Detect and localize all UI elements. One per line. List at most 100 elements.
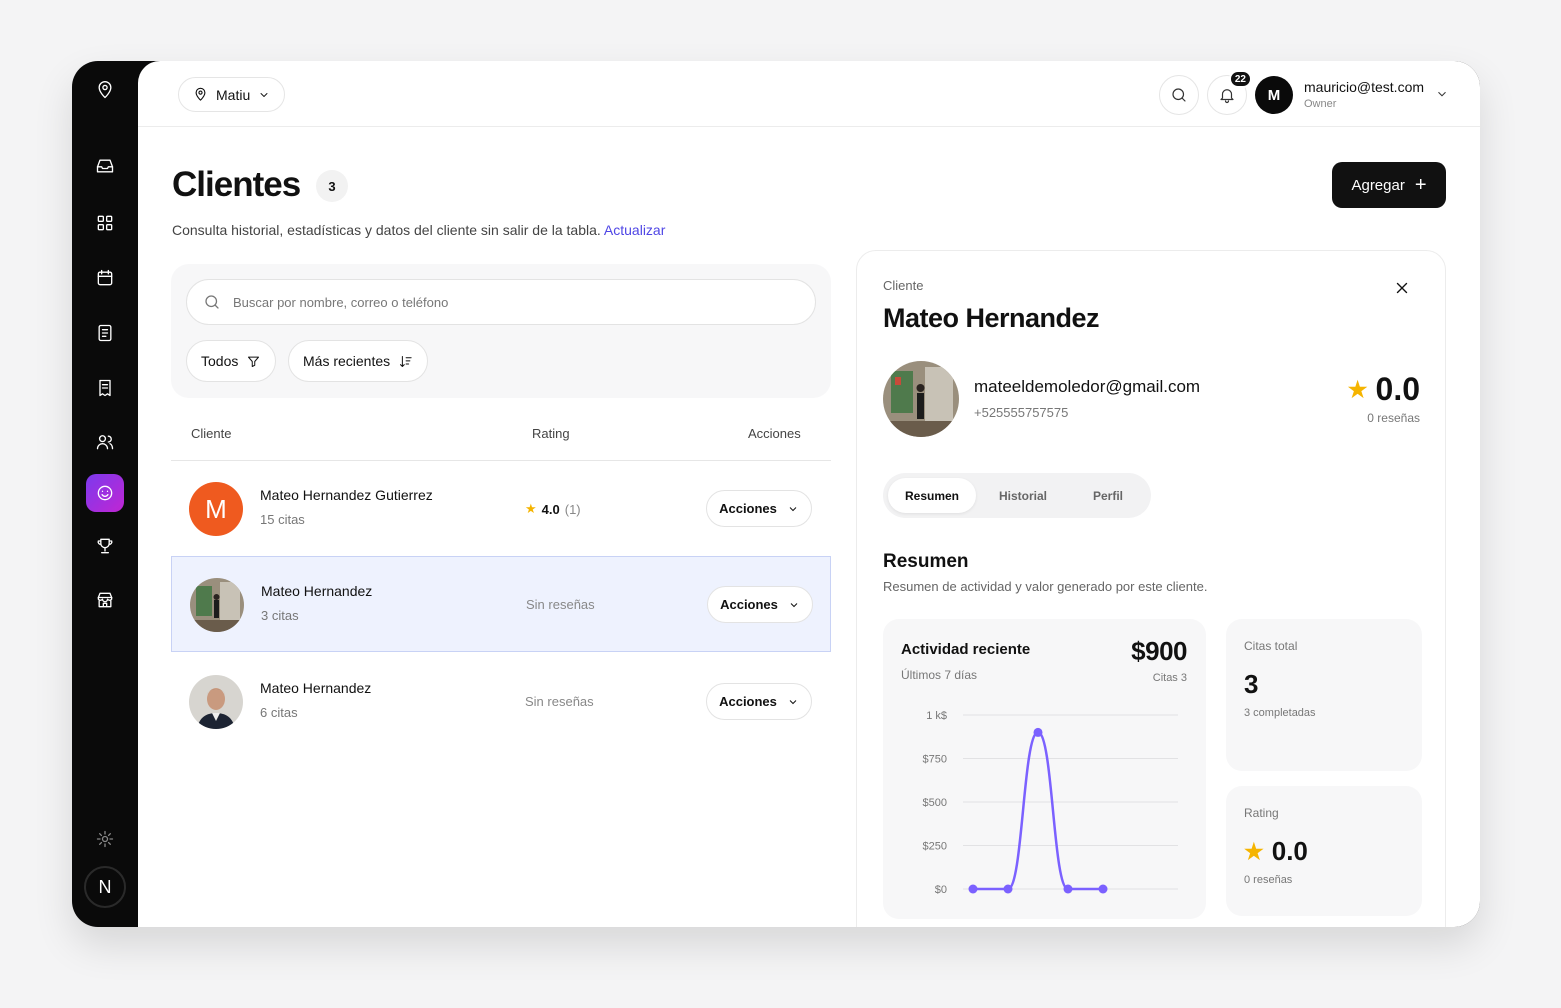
tab-historial[interactable]: Historial <box>980 478 1066 513</box>
table-row-selected[interactable]: Mateo Hernandez 3 citas Sin reseñas Acci… <box>171 556 831 652</box>
client-appointments: 15 citas <box>260 512 305 527</box>
activity-card: Actividad reciente Últimos 7 días $900 C… <box>883 619 1206 919</box>
document-icon[interactable] <box>86 314 124 352</box>
actions-dropdown[interactable]: Acciones <box>706 683 812 720</box>
search-icon <box>205 295 219 309</box>
avatar-photo <box>190 578 244 632</box>
star-icon: ★ <box>1347 376 1368 402</box>
user-menu-chevron-icon[interactable] <box>1435 87 1449 106</box>
y-tick-label: $0 <box>935 884 947 896</box>
data-point[interactable] <box>1033 727 1043 737</box>
gear-icon[interactable] <box>86 820 124 858</box>
data-point[interactable] <box>1098 884 1108 894</box>
actions-label: Acciones <box>720 597 778 612</box>
tab-resumen[interactable]: Resumen <box>888 478 976 513</box>
section-title: Resumen <box>883 551 969 572</box>
header-actions: Acciones <box>748 426 801 441</box>
client-appointments: 3 citas <box>261 608 299 623</box>
sidebar: N <box>72 61 138 927</box>
stat-rating-value: 0.0 <box>1271 836 1308 866</box>
avatar: M <box>189 482 243 536</box>
close-icon <box>1396 282 1408 294</box>
actions-dropdown[interactable]: Acciones <box>706 490 812 527</box>
plus-icon: + <box>1414 174 1427 196</box>
sidebar-avatar[interactable]: N <box>84 866 126 908</box>
user-role: Owner <box>1304 98 1337 110</box>
detail-tabs: Resumen Historial Perfil <box>883 473 1151 518</box>
table-header: Cliente Rating Acciones <box>171 416 831 461</box>
add-client-button[interactable]: Agregar + <box>1332 162 1446 208</box>
rating-count: (1) <box>564 501 581 517</box>
activity-title: Actividad reciente <box>901 641 1031 658</box>
total-appointments-card: Citas total 3 3 completadas <box>1226 619 1422 771</box>
store-icon[interactable] <box>86 581 124 619</box>
topbar: Matiu 22 M mauricio@test.com Owner <box>138 61 1480 127</box>
notifications-badge: 22 <box>1228 70 1252 88</box>
app-window: N Matiu 22 M mauricio@test.com Owner Cli… <box>72 61 1480 927</box>
page-title: Clientes <box>172 165 301 204</box>
grid-icon[interactable] <box>86 204 124 242</box>
detail-label: Cliente <box>883 278 924 293</box>
chevron-down-icon <box>790 602 798 607</box>
client-name: Mateo Hernandez <box>261 583 373 599</box>
location-icon[interactable] <box>86 71 124 109</box>
refresh-link[interactable]: Actualizar <box>604 222 665 238</box>
y-tick-label: 1 k$ <box>926 710 947 722</box>
trophy-icon[interactable] <box>86 527 124 565</box>
search-input[interactable] <box>233 294 793 310</box>
detail-phone: +525555757575 <box>974 405 1069 420</box>
sort-icon <box>400 355 412 367</box>
data-point[interactable] <box>1003 884 1013 894</box>
activity-appointments: Citas 3 <box>1152 672 1187 684</box>
y-tick-label: $750 <box>923 754 947 766</box>
main-area: Matiu 22 M mauricio@test.com Owner Clien… <box>138 61 1480 927</box>
calendar-icon[interactable] <box>86 259 124 297</box>
filter-icon <box>248 356 260 367</box>
detail-client-name: Mateo Hernandez <box>883 303 1100 333</box>
sort-button[interactable]: Más recientes <box>288 340 429 382</box>
user-avatar[interactable]: M <box>1255 76 1293 114</box>
close-button[interactable] <box>1393 279 1413 299</box>
star-icon: ★ <box>1244 838 1264 864</box>
search-button[interactable] <box>1159 75 1199 115</box>
sort-label: Más recientes <box>303 353 391 369</box>
location-selector[interactable]: Matiu <box>178 77 286 112</box>
tab-perfil[interactable]: Perfil <box>1070 478 1146 513</box>
user-email: mauricio@test.com <box>1304 79 1425 95</box>
smile-icon[interactable] <box>86 474 124 512</box>
bell-icon <box>1220 89 1234 104</box>
section-subtitle: Resumen de actividad y valor generado po… <box>883 579 1208 594</box>
data-point[interactable] <box>968 884 978 894</box>
client-appointments: 6 citas <box>260 705 298 720</box>
detail-avatar-photo <box>883 361 959 437</box>
filter-all-label: Todos <box>201 353 239 369</box>
activity-chart: $0 $250 $500 $750 1 k$ <box>893 703 1193 903</box>
rating-value: 4.0 <box>541 501 560 517</box>
actions-label: Acciones <box>719 694 777 709</box>
inbox-icon[interactable] <box>86 147 124 185</box>
table-row[interactable]: Mateo Hernandez 6 citas Sin reseñas Acci… <box>171 654 831 750</box>
chevron-down-icon <box>789 699 797 704</box>
header-client: Cliente <box>191 426 232 441</box>
receipt-icon[interactable] <box>86 369 124 407</box>
notifications-button[interactable]: 22 <box>1207 70 1252 115</box>
detail-email: mateeldemoledor@gmail.com <box>974 377 1201 396</box>
data-point[interactable] <box>1063 884 1073 894</box>
avatar-photo <box>189 675 243 729</box>
y-tick-label: $250 <box>923 841 947 853</box>
page-subtitle: Consulta historial, estadísticas y datos… <box>172 222 665 238</box>
users-icon[interactable] <box>86 423 124 461</box>
header-rating: Rating <box>532 426 570 441</box>
location-label: Matiu <box>216 86 251 103</box>
actions-dropdown[interactable]: Acciones <box>707 586 813 623</box>
activity-total: $900 <box>1131 636 1187 666</box>
search-field[interactable] <box>186 279 816 325</box>
no-reviews: Sin reseñas <box>526 597 595 612</box>
client-detail-panel: Cliente Mateo Hernandez mateeldemoledor@… <box>856 250 1446 927</box>
filter-all-button[interactable]: Todos <box>186 340 277 382</box>
no-reviews: Sin reseñas <box>525 694 594 709</box>
stat-rating-sub: 0 reseñas <box>1244 874 1293 886</box>
table-row[interactable]: M Mateo Hernandez Gutierrez 15 citas ★ 4… <box>171 461 831 557</box>
y-tick-label: $500 <box>923 797 947 809</box>
series-line <box>973 731 1103 891</box>
